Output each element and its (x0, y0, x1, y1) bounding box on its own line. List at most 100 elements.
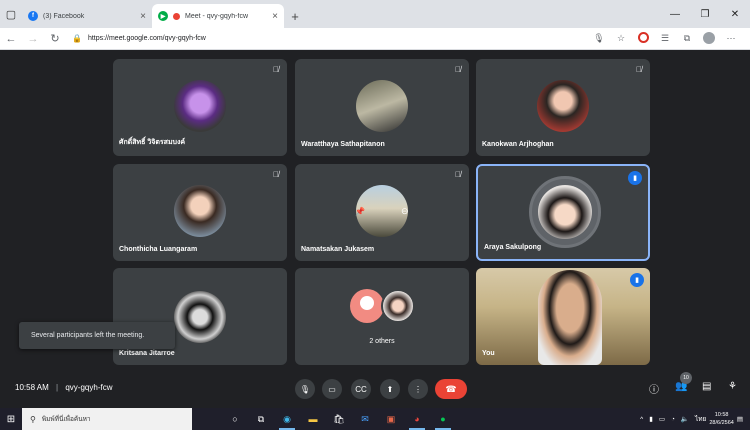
favorite-icon[interactable]: ☆ (610, 33, 632, 44)
clock[interactable]: 10:58 28/6/2564 (709, 411, 733, 427)
task-view-icon[interactable]: ⧉ (248, 408, 274, 430)
participant-name: ศักดิ์สิทธิ์ วิจิตรสมบงค์ (119, 139, 186, 146)
captions-icon: CC (355, 384, 367, 394)
taskbar-search[interactable]: ⚲ พิมพ์ที่นี่เพื่อค้นหา (22, 408, 192, 430)
minimize-icon[interactable]: — (660, 0, 690, 28)
participant-tile[interactable]: 🎙̸ Waratthaya Sathapitanon (295, 59, 469, 156)
participant-name: Kritsana Jitarroe (119, 350, 175, 357)
participant-name: Kanokwan Arjhoghan (482, 141, 554, 148)
audio-level-icon: ▮ (628, 171, 642, 185)
new-tab-button[interactable]: + (284, 4, 306, 28)
pin-icon[interactable]: 📌 (355, 207, 365, 216)
edge-icon[interactable]: ◉ (274, 408, 300, 430)
forward-icon[interactable]: → (22, 33, 44, 45)
opera-extension-icon[interactable] (632, 32, 654, 45)
url-field[interactable]: 🔒 https://meet.google.com/qvy-gqyh-fcw (72, 34, 588, 43)
audio-level-icon: ▮ (630, 273, 644, 287)
cortana-icon[interactable]: ○ (222, 408, 248, 430)
lock-icon[interactable]: 🔒 (72, 34, 82, 43)
reload-icon[interactable]: ↻ (44, 32, 66, 45)
mic-off-icon: 🎙̸ (455, 170, 461, 179)
more-options-button[interactable]: ⋮ (408, 379, 428, 399)
search-icon: ⚲ (30, 414, 36, 424)
more-vert-icon: ⋮ (414, 384, 422, 394)
address-bar: ← → ↻ 🔒 https://meet.google.com/qvy-gqyh… (0, 28, 750, 50)
others-label: 2 others (369, 338, 395, 345)
self-video (538, 270, 602, 365)
close-icon[interactable]: × (272, 11, 278, 22)
url-text: https://meet.google.com/qvy-gqyh-fcw (87, 35, 206, 42)
remove-icon[interactable]: ⊖ (401, 206, 409, 217)
participant-tile[interactable]: 🎙̸ ศักดิ์สิทธิ์ วิจิตรสมบงค์ (113, 59, 287, 156)
camera-icon: ▭ (328, 384, 336, 394)
profile-avatar[interactable] (698, 31, 720, 46)
microphone-button[interactable]: 🎙 (295, 379, 315, 399)
tab-facebook[interactable]: f (3) Facebook × (22, 4, 152, 28)
activities-icon[interactable]: ⚘ (728, 381, 737, 392)
avatar (174, 185, 226, 237)
participant-name: Namatsakan Jukasem (301, 246, 375, 253)
more-icon[interactable]: ⋯ (720, 33, 742, 44)
avatar (174, 291, 226, 343)
permissions-icon[interactable]: 🎙 (588, 33, 610, 44)
file-explorer-icon[interactable]: ▬ (300, 408, 326, 430)
camera-button[interactable]: ▭ (322, 379, 342, 399)
participant-tile[interactable]: Kritsana Jitarroe (113, 268, 287, 365)
mic-off-icon: 🎙̸ (455, 65, 461, 74)
start-icon[interactable]: ⊞ (0, 414, 22, 425)
facebook-icon: f (28, 11, 38, 21)
collections-icon[interactable]: ⧉ (676, 33, 698, 44)
close-icon[interactable]: × (140, 11, 146, 22)
close-window-icon[interactable]: ✕ (720, 0, 750, 28)
back-icon[interactable]: ← (0, 33, 22, 45)
present-icon: ⬆ (386, 384, 394, 394)
captions-button[interactable]: CC (351, 379, 371, 399)
meet-icon: ▶ (158, 11, 168, 21)
participant-tile[interactable]: 🎙̸ Kanokwan Arjhoghan (476, 59, 650, 156)
windows-taskbar: ⊞ ⚲ พิมพ์ที่นี่เพื่อค้นหา ○ ⧉ ◉ ▬ 🛍 ✉ ▣ … (0, 408, 750, 430)
leave-call-button[interactable]: ☎ (435, 379, 467, 399)
info-icon[interactable]: ⓘ (649, 381, 659, 396)
participant-tile[interactable]: ▮ Araya Sakulpong (476, 164, 650, 261)
power-icon[interactable]: ▮ (649, 415, 653, 423)
mic-off-icon: 🎙̸ (273, 170, 279, 179)
meeting-code: qvy-gqyh-fcw (65, 383, 113, 392)
media-icon[interactable]: ▣ (378, 408, 404, 430)
snackbar: Several participants left the meeting. (19, 322, 175, 349)
recording-icon (173, 12, 180, 20)
chrome-icon[interactable]: ◕ (404, 408, 430, 430)
tab-label: (3) Facebook (43, 12, 85, 20)
battery-icon[interactable]: ▭ (659, 415, 665, 423)
participant-tile[interactable]: 🎙̸ 📌 ⊖ Namatsakan Jukasem (295, 164, 469, 261)
meet-control-bar: 10:58 AM | qvy-gqyh-fcw 🎙 ▭ CC ⬆ ⋮ ☎ ⓘ 👥… (0, 372, 750, 406)
toolbar-icons: 🎙 ☆ ☰ ⧉ ⋯ (588, 31, 742, 46)
store-icon[interactable]: 🛍 (326, 408, 352, 430)
maximize-icon[interactable]: ❐ (690, 0, 720, 28)
chat-icon[interactable]: ▤ (702, 381, 711, 392)
participant-tile[interactable]: 2 others (295, 268, 469, 365)
self-view-tile[interactable]: ▮ You (476, 268, 650, 365)
hang-up-icon: ☎ (445, 383, 457, 394)
mail-icon[interactable]: ✉ (352, 408, 378, 430)
notifications-icon[interactable]: ▤ (737, 415, 743, 423)
tab-meet[interactable]: ▶ Meet - qvy-gqyh-fcw × (152, 4, 284, 28)
separator: | (56, 383, 59, 392)
mic-off-icon: 🎙̸ (273, 65, 279, 74)
avatar (174, 80, 226, 132)
meeting-time: 10:58 AM (15, 383, 49, 392)
system-tray: ^ ▮ ▭ ◔ 🔈 ไทย 10:58 28/6/2564 ▤ (637, 408, 746, 430)
favorites-bar-icon[interactable]: ☰ (654, 33, 676, 44)
avatar (356, 80, 408, 132)
chevron-up-icon[interactable]: ^ (640, 416, 643, 423)
tab-actions-icon[interactable]: ▢ (0, 0, 22, 28)
participant-tile[interactable]: 🎙̸ Chonthicha Luangaram (113, 164, 287, 261)
mic-off-icon: 🎙̸ (636, 65, 642, 74)
search-placeholder: พิมพ์ที่นี่เพื่อค้นหา (41, 416, 91, 423)
volume-icon[interactable]: 🔈 (681, 415, 689, 423)
clock-time: 10:58 (714, 412, 729, 418)
input-language[interactable]: ไทย (695, 414, 706, 424)
network-icon[interactable]: ◔ (671, 416, 675, 423)
participant-name: Chonthicha Luangaram (119, 246, 198, 253)
present-button[interactable]: ⬆ (380, 379, 400, 399)
line-icon[interactable]: ● (430, 408, 456, 430)
